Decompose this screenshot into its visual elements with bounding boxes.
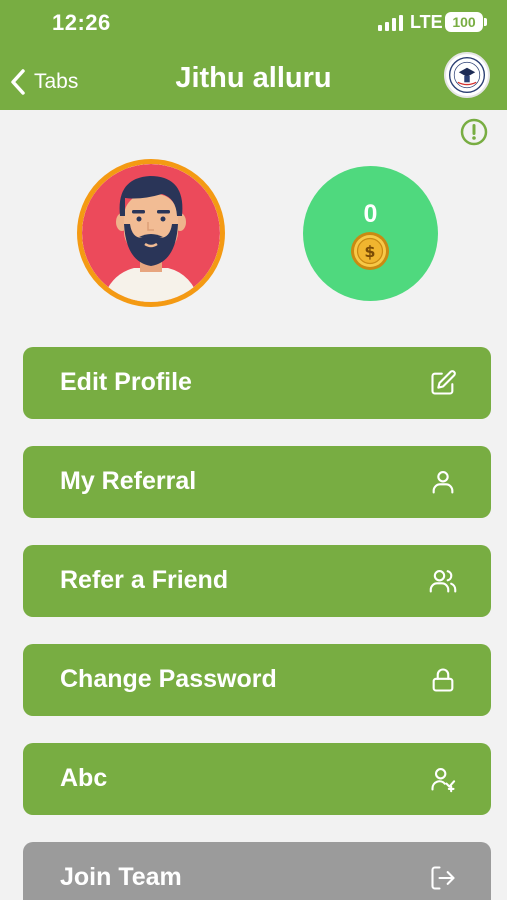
signal-icon [378,15,403,31]
status-time: 12:26 [52,10,111,35]
status-bar: 12:26 LTE 100 [0,0,507,46]
my-referral-button[interactable]: My Referral [23,446,491,518]
avatar[interactable] [77,159,225,307]
svg-text:$: $ [364,242,375,261]
menu-label: Change Password [60,665,277,693]
user-plus-icon [431,768,456,793]
app-header: 12:26 LTE 100 Tabs Jithu alluru [0,0,507,110]
coin-icon: $ [351,232,389,270]
back-button[interactable]: Tabs [8,64,78,100]
menu-label: Abc [60,764,108,792]
coin-count: 0 [363,200,378,228]
organization-logo[interactable] [444,52,490,98]
menu-label: My Referral [60,467,197,495]
refer-a-friend-button[interactable]: Refer a Friend [23,545,491,617]
chevron-left-icon [11,69,25,95]
change-password-button[interactable]: Change Password [23,644,491,716]
battery-icon: 100 [445,12,487,32]
join-team-button[interactable]: Join Team [23,842,491,900]
menu-label: Edit Profile [60,368,192,396]
menu-label: Join Team [60,863,182,891]
log-out-icon [431,866,455,890]
network-label: LTE [410,12,443,32]
edit-icon [431,370,456,395]
info-icon[interactable] [459,117,489,147]
abc-button[interactable]: Abc [23,743,491,815]
lock-icon [432,668,454,692]
users-icon [429,570,457,593]
back-label: Tabs [34,70,79,93]
menu-label: Refer a Friend [60,566,229,594]
edit-profile-button[interactable]: Edit Profile [23,347,491,419]
avatar-image [82,164,220,302]
coin-balance: 0 $ [303,166,438,301]
user-icon [432,471,454,494]
